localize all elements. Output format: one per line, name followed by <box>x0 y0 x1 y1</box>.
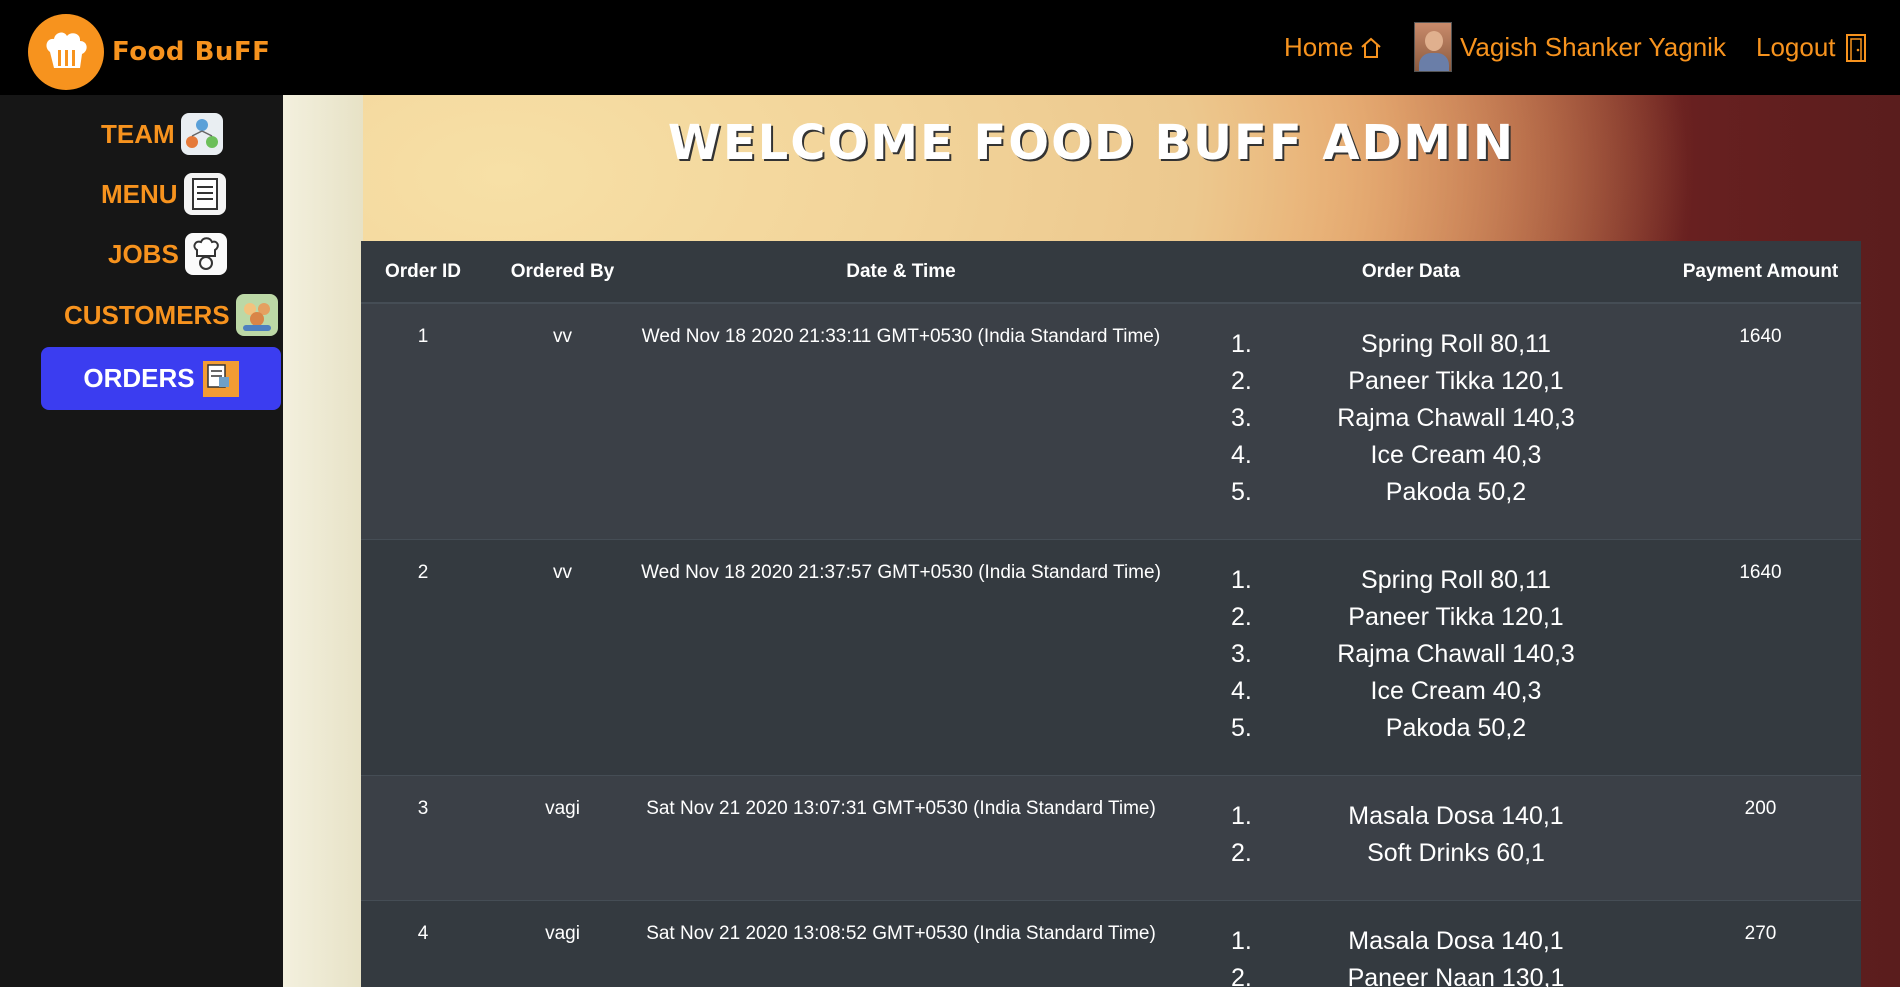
list-item: 1. Spring Roll 80,11 <box>1231 565 1551 594</box>
orders-table: Order ID Ordered By Date & Time Order Da… <box>361 241 1861 987</box>
col-header-date-time: Date & Time <box>640 241 1162 304</box>
list-item: 4. Ice Cream 40,3 <box>1231 676 1542 705</box>
sidebar-item-label: MENU <box>101 178 178 209</box>
table-row: 4 vagi Sat Nov 21 2020 13:08:52 GMT+0530… <box>361 900 1861 987</box>
datetime-cell: Wed Nov 18 2020 21:33:11 GMT+0530 (India… <box>641 326 1161 347</box>
payment-amount-cell: 1640 <box>1739 561 1782 583</box>
menu-card-icon <box>183 173 226 215</box>
nav-logout-link[interactable]: Logout <box>1756 32 1868 63</box>
table-row: 1 vv Wed Nov 18 2020 21:33:11 GMT+0530 (… <box>361 303 1861 539</box>
order-id-cell: 2 <box>417 561 429 583</box>
customers-icon <box>235 294 278 336</box>
avatar <box>1414 22 1452 72</box>
door-exit-icon <box>1845 33 1866 62</box>
sidebar-item-menu[interactable]: MENU <box>101 173 226 215</box>
page-title: WELCOME FOOD BUFF ADMIN <box>667 115 1516 171</box>
list-item: 1. Masala Dosa 140,1 <box>1231 801 1564 830</box>
list-item: 5. Pakoda 50,2 <box>1231 713 1527 742</box>
list-item: 2. Paneer Tikka 120,1 <box>1231 602 1564 631</box>
datetime-cell: Sat Nov 21 2020 13:08:52 GMT+0530 (India… <box>646 922 1156 944</box>
background-strip <box>283 95 363 987</box>
payment-amount-cell: 1640 <box>1739 326 1782 347</box>
sidebar-item-label: TEAM <box>101 118 175 149</box>
order-data-cell: 1. Spring Roll 80,11 2. Paneer Tikka 120,1… <box>1162 539 1660 775</box>
col-header-order-data: Order Data <box>1162 241 1660 304</box>
payment-amount-cell: 270 <box>1744 922 1777 944</box>
sidebar-item-label: CUSTOMERS <box>64 299 230 330</box>
sidebar-item-label: JOBS <box>108 238 179 269</box>
chef-hat-logo-icon <box>28 14 104 90</box>
user-name: Vagish Shanker Yagnik <box>1460 31 1726 62</box>
list-item: 3. Rajma Chawall 140,3 <box>1231 639 1575 668</box>
nav-logout-label: Logout <box>1756 32 1836 62</box>
list-item: 3. Rajma Chawall 140,3 <box>1231 404 1575 432</box>
sidebar-item-label: ORDERS <box>83 363 195 393</box>
col-header-order-id: Order ID <box>361 241 485 304</box>
order-items-list: 1. Masala Dosa 140,1 2. Paneer Naan 130,1 <box>1231 923 1591 987</box>
list-item: 2. Paneer Tikka 120,1 <box>1231 367 1564 395</box>
list-item: 1. Spring Roll 80,11 <box>1231 330 1551 358</box>
nav-user[interactable]: Vagish Shanker Yagnik <box>1414 22 1726 72</box>
home-icon <box>1361 37 1382 58</box>
team-icon <box>180 113 223 155</box>
ordered-by-cell: vv <box>553 326 572 347</box>
table-header-row: Order ID Ordered By Date & Time Order Da… <box>361 241 1861 304</box>
sidebar-item-jobs[interactable]: JOBS <box>108 233 227 275</box>
list-item: 2. Paneer Naan 130,1 <box>1231 963 1565 987</box>
order-id-cell: 1 <box>417 326 429 347</box>
nav-home-link[interactable]: Home <box>1284 32 1383 63</box>
sidebar: TEAM MENU JOBS CUSTOMERS ORDERS <box>0 95 283 987</box>
main-content: WELCOME FOOD BUFF ADMIN Order ID Ordered… <box>283 95 1900 987</box>
table-row: 3 vagi Sat Nov 21 2020 13:07:31 GMT+0530… <box>361 775 1861 900</box>
table-row: 2 vv Wed Nov 18 2020 21:37:57 GMT+0530 (… <box>361 539 1861 775</box>
datetime-cell: Sat Nov 21 2020 13:07:31 GMT+0530 (India… <box>646 797 1156 819</box>
order-id-cell: 3 <box>417 797 429 819</box>
orders-icon <box>202 360 239 397</box>
order-data-cell: 1. Masala Dosa 140,1 2. Soft Drinks 60,1 <box>1162 775 1660 900</box>
payment-amount-cell: 200 <box>1744 797 1777 819</box>
order-items-list: 1. Masala Dosa 140,1 2. Soft Drinks 60,1 <box>1231 798 1591 872</box>
list-item: 4. Ice Cream 40,3 <box>1231 441 1542 469</box>
top-navbar: Food BuFF Home Vagish Shanker Yagnik Log… <box>0 0 1900 95</box>
col-header-payment-amount: Payment Amount <box>1660 241 1861 304</box>
order-data-cell: 1. Spring Roll 80,11 2. Paneer Tikka 120,1… <box>1162 303 1660 539</box>
ordered-by-cell: vagi <box>545 922 580 944</box>
ordered-by-cell: vagi <box>545 797 580 819</box>
col-header-ordered-by: Ordered By <box>485 241 640 304</box>
list-item: 2. Soft Drinks 60,1 <box>1231 838 1545 867</box>
order-items-list: 1. Spring Roll 80,11 2. Paneer Tikka 120,1… <box>1231 562 1591 747</box>
brand-name: Food BuFF <box>112 37 271 67</box>
order-id-cell: 4 <box>417 922 429 944</box>
chef-icon <box>184 233 227 275</box>
sidebar-item-customers[interactable]: CUSTOMERS <box>64 294 278 336</box>
sidebar-item-team[interactable]: TEAM <box>101 113 223 155</box>
order-items-list: 1. Spring Roll 80,11 2. Paneer Tikka 120,1… <box>1231 326 1591 511</box>
ordered-by-cell: vv <box>553 561 572 583</box>
datetime-cell: Wed Nov 18 2020 21:37:57 GMT+0530 (India… <box>641 561 1161 583</box>
nav-home-label: Home <box>1284 32 1354 62</box>
order-data-cell: 1. Masala Dosa 140,1 2. Paneer Naan 130,1 <box>1162 900 1660 987</box>
sidebar-item-orders[interactable]: ORDERS <box>41 347 281 410</box>
list-item: 5. Pakoda 50,2 <box>1231 478 1527 506</box>
list-item: 1. Masala Dosa 140,1 <box>1231 926 1564 955</box>
brand[interactable]: Food BuFF <box>28 14 270 90</box>
